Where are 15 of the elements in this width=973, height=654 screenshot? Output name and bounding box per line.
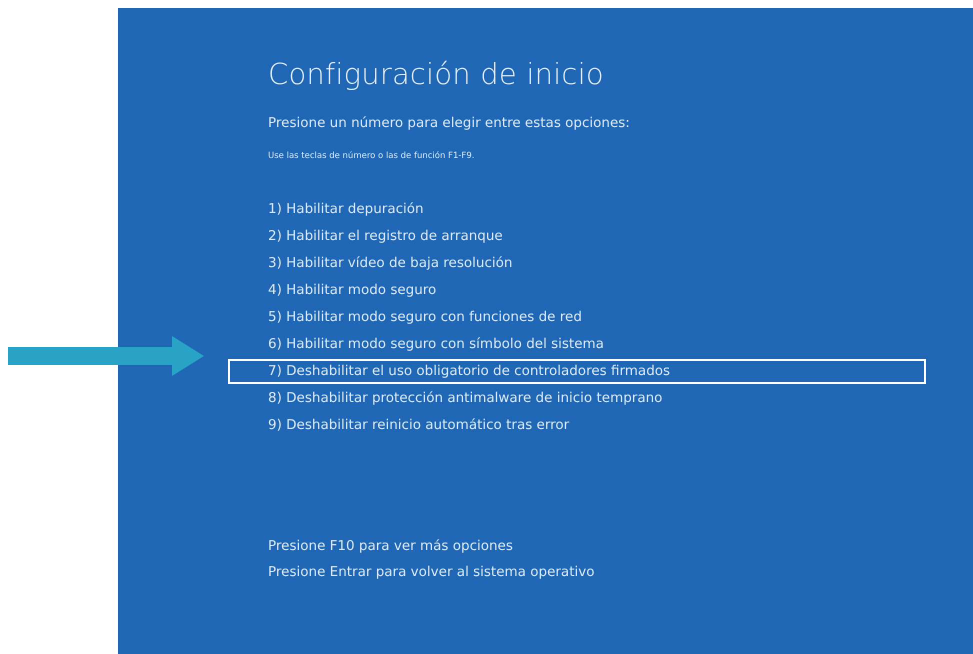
boot-option[interactable]: 2) Habilitar el registro de arranque <box>228 224 926 249</box>
boot-option[interactable]: 5) Habilitar modo seguro con funciones de red <box>228 305 926 330</box>
boot-option[interactable]: 9) Deshabilitar reinicio automático tras error <box>228 413 926 438</box>
boot-option[interactable]: 7) Deshabilitar el uso obligatorio de controladores firmados <box>228 359 926 384</box>
footer-text: Presione Entrar para volver al sistema operativo <box>268 563 596 581</box>
boot-option[interactable]: 1) Habilitar depuración <box>228 197 926 222</box>
boot-option[interactable]: 3) Habilitar vídeo de baja resolución <box>228 251 926 276</box>
hint-text: Use las teclas de número o las de función F1-F9. <box>268 150 476 162</box>
arrow-icon <box>8 336 204 376</box>
prompt-text: Presione un número para elegir entre estas opciones: <box>268 114 631 132</box>
footer-text: Presione F10 para ver más opciones <box>268 537 514 555</box>
screen-title: Configuración de inicio <box>268 56 605 93</box>
boot-option[interactable]: 6) Habilitar modo seguro con símbolo del sistema <box>228 332 926 357</box>
boot-option[interactable]: 4) Habilitar modo seguro <box>228 278 926 303</box>
boot-option[interactable]: 8) Deshabilitar protección antimalware de inicio temprano <box>228 386 926 411</box>
